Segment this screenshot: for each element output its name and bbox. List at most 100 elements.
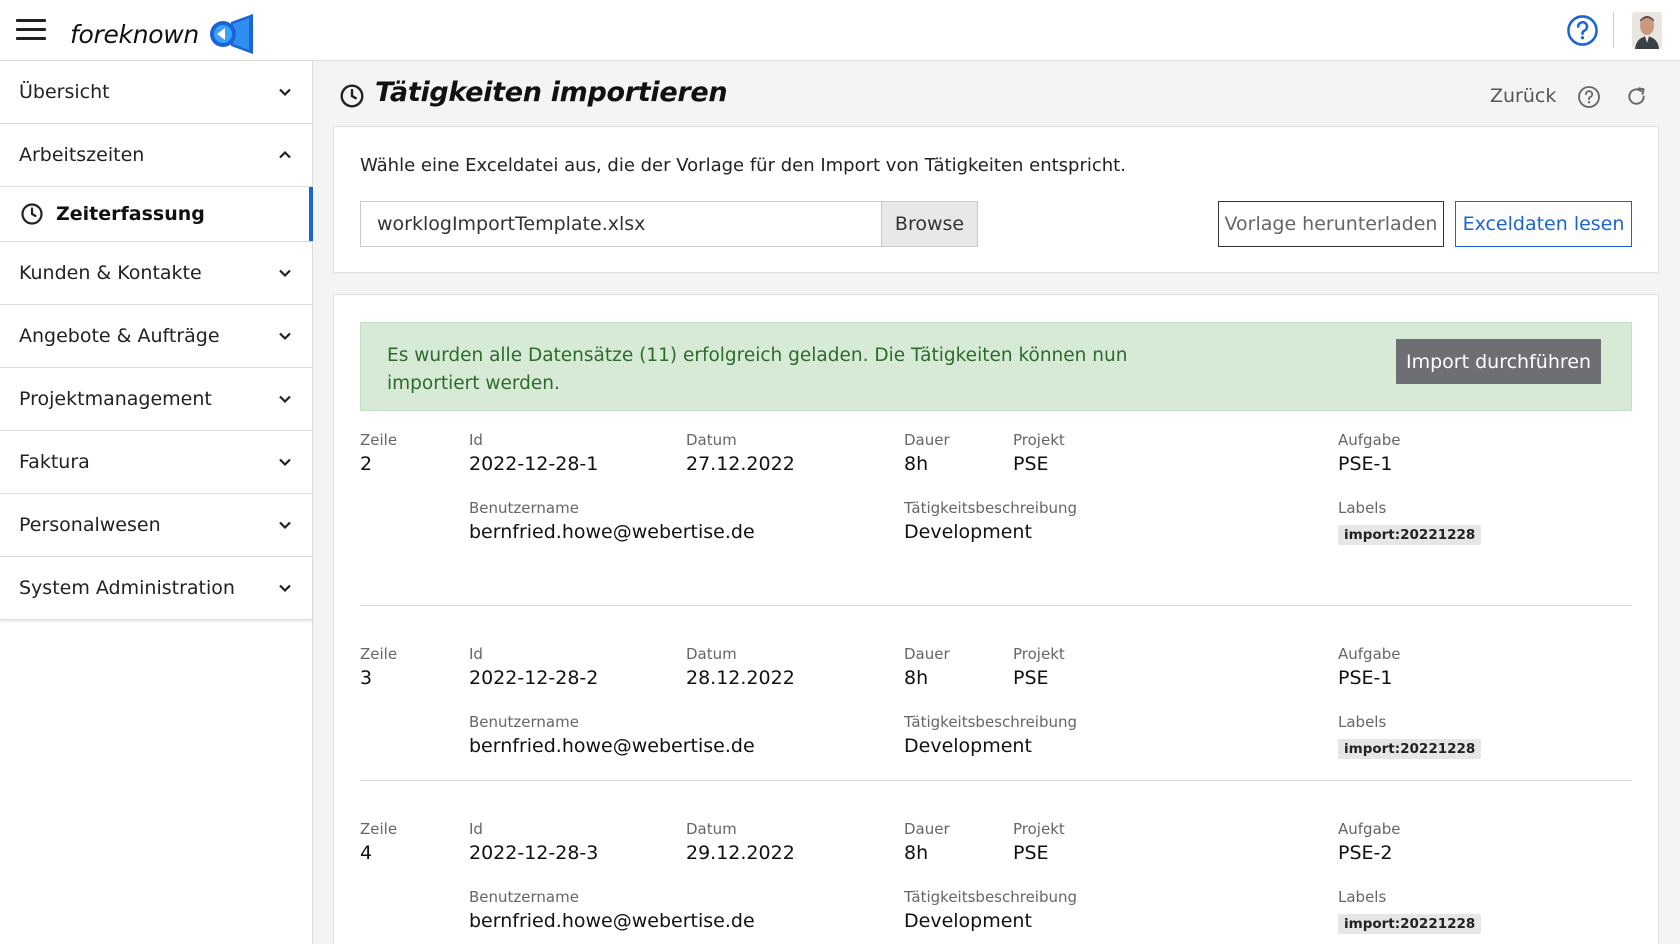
clock-icon xyxy=(340,84,364,108)
sidebar-item-system-administration[interactable]: System Administration xyxy=(0,557,312,620)
label-zeile: Zeile xyxy=(360,431,398,449)
value-projekt: PSE xyxy=(1013,667,1049,689)
label-dauer: Dauer xyxy=(904,431,950,449)
value-benutzername: bernfried.howe@webertise.de xyxy=(469,910,755,932)
sidebar-item-faktura[interactable]: Faktura xyxy=(0,431,312,494)
upload-card: Wähle eine Exceldatei aus, die der Vorla… xyxy=(333,126,1659,273)
sidebar-item-label: Personalwesen xyxy=(19,514,161,536)
chevron-down-icon xyxy=(279,332,291,341)
label-labels: Labels xyxy=(1338,713,1387,731)
back-link[interactable]: Zurück xyxy=(1490,85,1556,107)
value-datum: 28.12.2022 xyxy=(686,667,795,689)
value-projekt: PSE xyxy=(1013,453,1049,475)
sidebar-item-kunden-kontakte[interactable]: Kunden & Kontakte xyxy=(0,242,312,305)
label-aufgabe: Aufgabe xyxy=(1338,431,1401,449)
read-excel-button[interactable]: Exceldaten lesen xyxy=(1455,201,1632,247)
chevron-down-icon xyxy=(279,584,291,593)
help-icon[interactable] xyxy=(1566,14,1599,47)
label-datum: Datum xyxy=(686,645,737,663)
sidebar-item-arbeitszeiten[interactable]: Arbeitszeiten xyxy=(0,124,312,187)
label-id: Id xyxy=(469,645,483,663)
value-zeile: 2 xyxy=(360,453,373,475)
label-zeile: Zeile xyxy=(360,820,398,838)
browse-button[interactable]: Browse xyxy=(881,201,978,247)
value-dauer: 8h xyxy=(904,667,929,689)
sidebar-item-label: System Administration xyxy=(19,577,235,599)
worklog-list: Zeile 2 Id 2022-12-28-1 Datum 27.12.2022… xyxy=(360,431,1632,944)
value-beschreibung: Development xyxy=(904,521,1032,543)
chevron-down-icon xyxy=(279,269,291,278)
label-beschreibung: Tätigkeitsbeschreibung xyxy=(904,499,1078,517)
sidebar-item-label: Angebote & Aufträge xyxy=(19,325,220,347)
label-benutzername: Benutzername xyxy=(469,888,579,906)
label-benutzername: Benutzername xyxy=(469,713,579,731)
value-aufgabe: PSE-1 xyxy=(1338,667,1393,689)
sidebar-item-label: Faktura xyxy=(19,451,90,473)
label-datum: Datum xyxy=(686,820,737,838)
value-zeile: 3 xyxy=(360,667,373,689)
value-id: 2022-12-28-3 xyxy=(469,842,599,864)
value-zeile: 4 xyxy=(360,842,373,864)
value-datum: 27.12.2022 xyxy=(686,453,795,475)
help-icon[interactable] xyxy=(1577,85,1601,109)
label-benutzername: Benutzername xyxy=(469,499,579,517)
label-tag: import:20221228 xyxy=(1338,914,1482,934)
label-zeile: Zeile xyxy=(360,645,398,663)
value-dauer: 8h xyxy=(904,842,929,864)
value-aufgabe: PSE-1 xyxy=(1338,453,1393,475)
value-aufgabe: PSE-2 xyxy=(1338,842,1393,864)
upload-instruction: Wähle eine Exceldatei aus, die der Vorla… xyxy=(360,155,1126,176)
label-labels: Labels xyxy=(1338,888,1387,906)
top-bar: foreknown xyxy=(0,0,1680,61)
avatar[interactable] xyxy=(1632,12,1662,49)
chevron-down-icon xyxy=(279,458,291,467)
sidebar-item-personalwesen[interactable]: Personalwesen xyxy=(0,494,312,557)
label-beschreibung: Tätigkeitsbeschreibung xyxy=(904,713,1078,731)
foreknown-logo-icon xyxy=(209,14,253,54)
label-tag: import:20221228 xyxy=(1338,525,1482,545)
clock-icon xyxy=(21,203,43,225)
value-beschreibung: Development xyxy=(904,910,1032,932)
success-alert: Es wurden alle Datensätze (11) erfolgrei… xyxy=(360,322,1632,411)
sidebar: Übersicht Arbeitszeiten Zeiterfassung Ku… xyxy=(0,61,313,944)
value-projekt: PSE xyxy=(1013,842,1049,864)
value-datum: 29.12.2022 xyxy=(686,842,795,864)
label-datum: Datum xyxy=(686,431,737,449)
value-id: 2022-12-28-2 xyxy=(469,667,599,689)
value-benutzername: bernfried.howe@webertise.de xyxy=(469,521,755,543)
file-input[interactable]: worklogImportTemplate.xlsx xyxy=(360,201,882,247)
label-labels: Labels xyxy=(1338,499,1387,517)
label-dauer: Dauer xyxy=(904,820,950,838)
sidebar-item-uebersicht[interactable]: Übersicht xyxy=(0,61,312,124)
label-id: Id xyxy=(469,431,483,449)
import-result-card: Es wurden alle Datensätze (11) erfolgrei… xyxy=(333,294,1659,944)
menu-icon[interactable] xyxy=(16,19,46,41)
label-projekt: Projekt xyxy=(1013,645,1065,663)
worklog-row: Zeile 3 Id 2022-12-28-2 Datum 28.12.2022… xyxy=(360,606,1632,781)
brand-logo[interactable]: foreknown xyxy=(70,14,253,54)
sidebar-item-label: Arbeitszeiten xyxy=(19,144,145,166)
brand-name: foreknown xyxy=(70,19,199,49)
sidebar-item-angebote-auftraege[interactable]: Angebote & Aufträge xyxy=(0,305,312,368)
chevron-down-icon xyxy=(279,395,291,404)
import-button[interactable]: Import durchführen xyxy=(1396,339,1601,384)
label-aufgabe: Aufgabe xyxy=(1338,645,1401,663)
sidebar-item-label: Kunden & Kontakte xyxy=(19,262,202,284)
sidebar-item-zeiterfassung[interactable]: Zeiterfassung xyxy=(0,187,313,242)
sidebar-item-projektmanagement[interactable]: Projektmanagement xyxy=(0,368,312,431)
page-header: Tätigkeiten importieren Zurück xyxy=(313,61,1680,127)
label-aufgabe: Aufgabe xyxy=(1338,820,1401,838)
chevron-down-icon xyxy=(279,88,291,97)
main-content: Tätigkeiten importieren Zurück Wähle ein… xyxy=(313,61,1680,944)
label-projekt: Projekt xyxy=(1013,820,1065,838)
refresh-icon[interactable] xyxy=(1625,85,1648,108)
label-id: Id xyxy=(469,820,483,838)
success-message: Es wurden alle Datensätze (11) erfolgrei… xyxy=(387,345,1128,394)
page-title: Tätigkeiten importieren xyxy=(375,77,728,108)
top-divider xyxy=(1613,12,1614,48)
value-id: 2022-12-28-1 xyxy=(469,453,599,475)
value-dauer: 8h xyxy=(904,453,929,475)
chevron-up-icon xyxy=(279,150,291,159)
download-template-button[interactable]: Vorlage herunterladen xyxy=(1218,201,1444,247)
sidebar-item-label: Zeiterfassung xyxy=(56,203,205,225)
